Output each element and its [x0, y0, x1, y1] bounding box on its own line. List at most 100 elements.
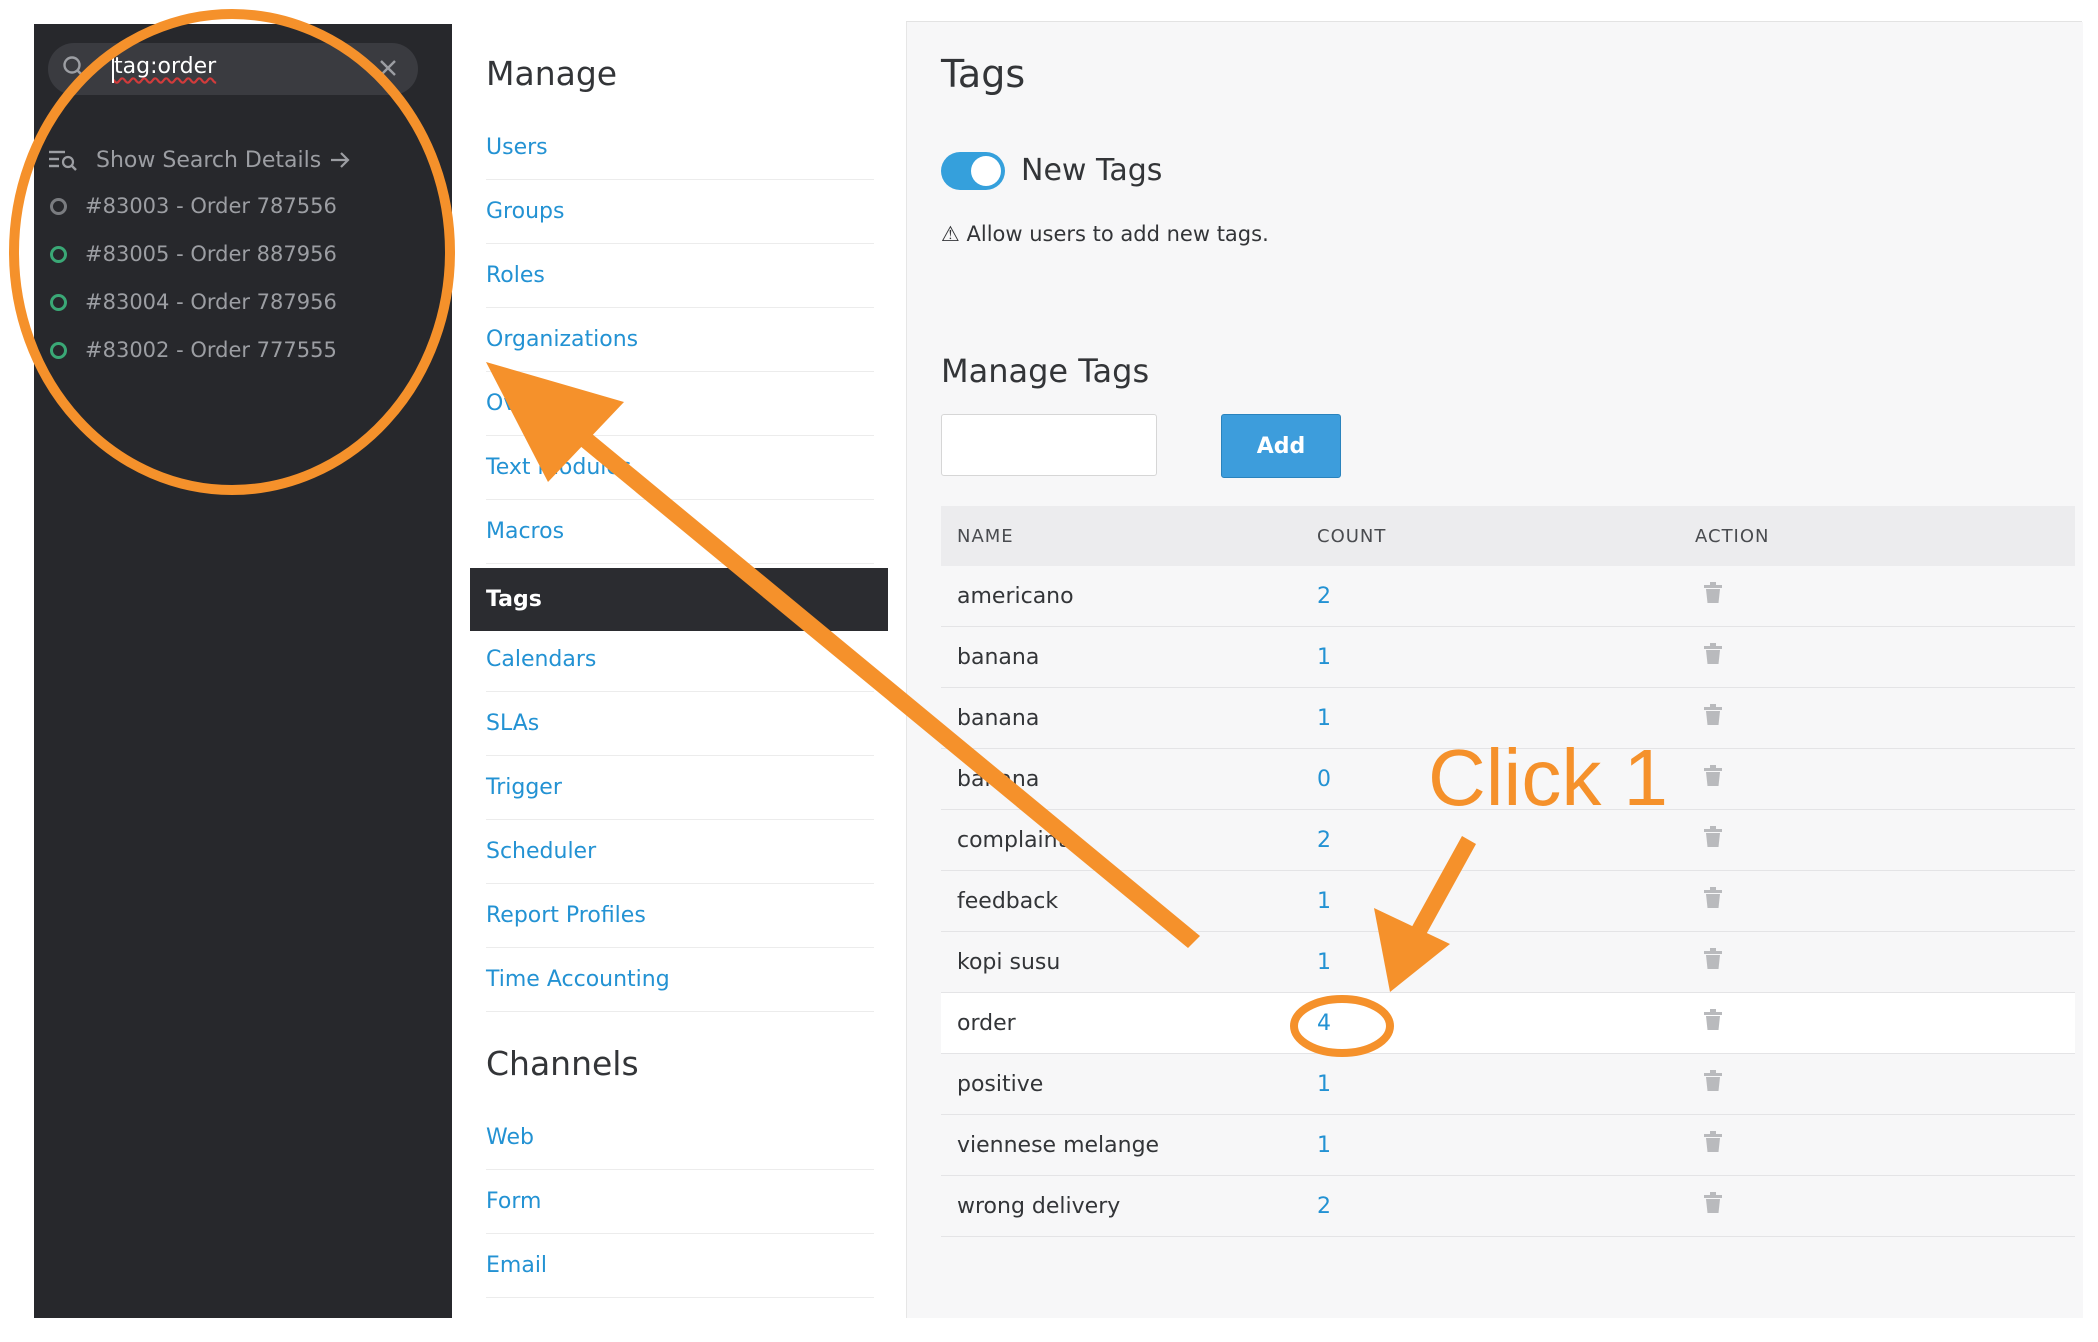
table-row: americano 2	[941, 566, 2075, 627]
status-closed-icon	[50, 197, 67, 215]
search-result-item[interactable]: #83003 - Order 787556	[48, 186, 337, 226]
trash-icon[interactable]	[1703, 1009, 1723, 1031]
tag-count-link[interactable]: 1	[1317, 645, 1695, 670]
tag-name: kopi susu	[957, 949, 1061, 975]
menu-item-overviews[interactable]: Overviews	[486, 372, 874, 436]
tag-name: banana	[957, 644, 1040, 670]
toggle-knob	[971, 156, 1001, 186]
search-result-item[interactable]: #83002 - Order 777555	[48, 330, 337, 370]
table-row: positive 1	[941, 1054, 2075, 1115]
table-header: NAME COUNT ACTION	[941, 506, 2075, 566]
table-row: viennese melange 1	[941, 1115, 2075, 1176]
trash-icon[interactable]	[1703, 582, 1723, 604]
tag-action	[1695, 1009, 2075, 1037]
new-tags-label: New Tags	[1021, 153, 1163, 188]
channels-heading: Channels	[486, 1044, 639, 1083]
tag-action	[1695, 765, 2075, 793]
tag-name: wrong delivery	[957, 1193, 1121, 1219]
search-details-icon	[49, 150, 77, 171]
search-box[interactable]: tag:order	[48, 43, 418, 95]
table-row: wrong delivery 2	[941, 1176, 2075, 1237]
tag-action	[1695, 948, 2075, 976]
menu-item-trigger[interactable]: Trigger	[486, 756, 874, 820]
trash-icon[interactable]	[1703, 704, 1723, 726]
menu-item-slas[interactable]: SLAs	[486, 692, 874, 756]
tag-count-link[interactable]: 2	[1317, 1194, 1695, 1219]
search-result-item[interactable]: #83004 - Order 787956	[48, 282, 337, 322]
tag-count-link[interactable]: 1	[1317, 950, 1695, 975]
add-button[interactable]: Add	[1221, 414, 1341, 478]
menu-item-users[interactable]: Users	[486, 116, 874, 180]
tags-table: NAME COUNT ACTION americano 2 banana 1 banan…	[941, 506, 2075, 1237]
menu-item-tags[interactable]: Tags	[470, 568, 888, 631]
trash-icon[interactable]	[1703, 887, 1723, 909]
menu-item-web[interactable]: Web	[486, 1106, 874, 1170]
status-open-icon	[50, 293, 67, 311]
tag-action	[1695, 704, 2075, 732]
menu-item-roles[interactable]: Roles	[486, 244, 874, 308]
menu-item-email[interactable]: Email	[486, 1234, 874, 1298]
tag-action	[1695, 887, 2075, 915]
table-row: banana 1	[941, 627, 2075, 688]
tag-action	[1695, 1070, 2075, 1098]
menu-item-time-accounting[interactable]: Time Accounting	[486, 948, 874, 1012]
trash-icon[interactable]	[1703, 948, 1723, 970]
arrow-right-icon	[331, 152, 350, 168]
search-icon	[63, 56, 86, 79]
tag-count-link[interactable]: 4	[1317, 1011, 1695, 1036]
column-header-action: ACTION	[1695, 525, 1770, 547]
menu-item-groups[interactable]: Groups	[486, 180, 874, 244]
tag-count-link[interactable]: 2	[1317, 584, 1695, 609]
admin-menu: Manage Users Groups Roles Organizations …	[452, 24, 894, 1318]
trash-icon[interactable]	[1703, 1131, 1723, 1153]
new-tag-input[interactable]	[941, 414, 1157, 476]
search-input[interactable]: tag:order	[114, 54, 216, 79]
trash-icon[interactable]	[1703, 1070, 1723, 1092]
tag-count-link[interactable]: 2	[1317, 828, 1695, 853]
search-result-label: #83004 - Order 787956	[85, 290, 337, 314]
tag-action	[1695, 643, 2075, 671]
tag-name: banana	[957, 766, 1040, 792]
column-header-name[interactable]: NAME	[941, 526, 1317, 547]
menu-item-macros[interactable]: Macros	[486, 500, 874, 564]
menu-item-form[interactable]: Form	[486, 1170, 874, 1234]
search-result-label: #83003 - Order 787556	[85, 194, 337, 218]
show-search-details[interactable]: Show Search Details	[48, 142, 351, 178]
tag-count-link[interactable]: 1	[1317, 1133, 1695, 1158]
tag-action	[1695, 826, 2075, 854]
tag-name: positive	[957, 1071, 1044, 1097]
trash-icon[interactable]	[1703, 826, 1723, 848]
menu-item-text-modules[interactable]: Text modules	[486, 436, 874, 500]
status-open-icon	[50, 341, 67, 359]
tag-count-link[interactable]: 1	[1317, 706, 1695, 731]
menu-item-calendars[interactable]: Calendars	[486, 628, 874, 692]
tag-name: viennese melange	[957, 1132, 1160, 1158]
new-tags-toggle[interactable]	[941, 152, 1005, 190]
column-header-count[interactable]: COUNT	[1317, 526, 1695, 547]
search-panel: tag:order Show Search Details #83003 - O…	[34, 24, 452, 1318]
menu-item-organizations[interactable]: Organizations	[486, 308, 874, 372]
trash-icon[interactable]	[1703, 765, 1723, 787]
click-callout: Click 1	[1428, 733, 1669, 822]
table-row: kopi susu 1	[941, 932, 2075, 993]
manage-tags-heading: Manage Tags	[941, 352, 1150, 390]
tag-count-link[interactable]: 1	[1317, 889, 1695, 914]
tag-name: feedback	[957, 888, 1059, 914]
tag-action	[1695, 1192, 2075, 1220]
page-title: Tags	[941, 52, 1026, 96]
trash-icon[interactable]	[1703, 1192, 1723, 1214]
manage-heading: Manage	[486, 54, 618, 93]
close-icon[interactable]	[376, 56, 400, 80]
tag-action	[1695, 1131, 2075, 1159]
menu-item-scheduler[interactable]: Scheduler	[486, 820, 874, 884]
search-result-label: #83005 - Order 887956	[85, 242, 337, 266]
tags-settings: Tags New Tags ⚠ Allow users to add new t…	[906, 22, 2083, 1318]
search-result-item[interactable]: #83005 - Order 887956	[48, 234, 337, 274]
tag-count-link[interactable]: 1	[1317, 1072, 1695, 1097]
tag-name: order	[957, 1010, 1016, 1036]
trash-icon[interactable]	[1703, 643, 1723, 665]
menu-item-report-profiles[interactable]: Report Profiles	[486, 884, 874, 948]
tag-action	[1695, 582, 2075, 610]
tag-name: americano	[957, 583, 1074, 609]
tag-name: banana	[957, 705, 1040, 731]
